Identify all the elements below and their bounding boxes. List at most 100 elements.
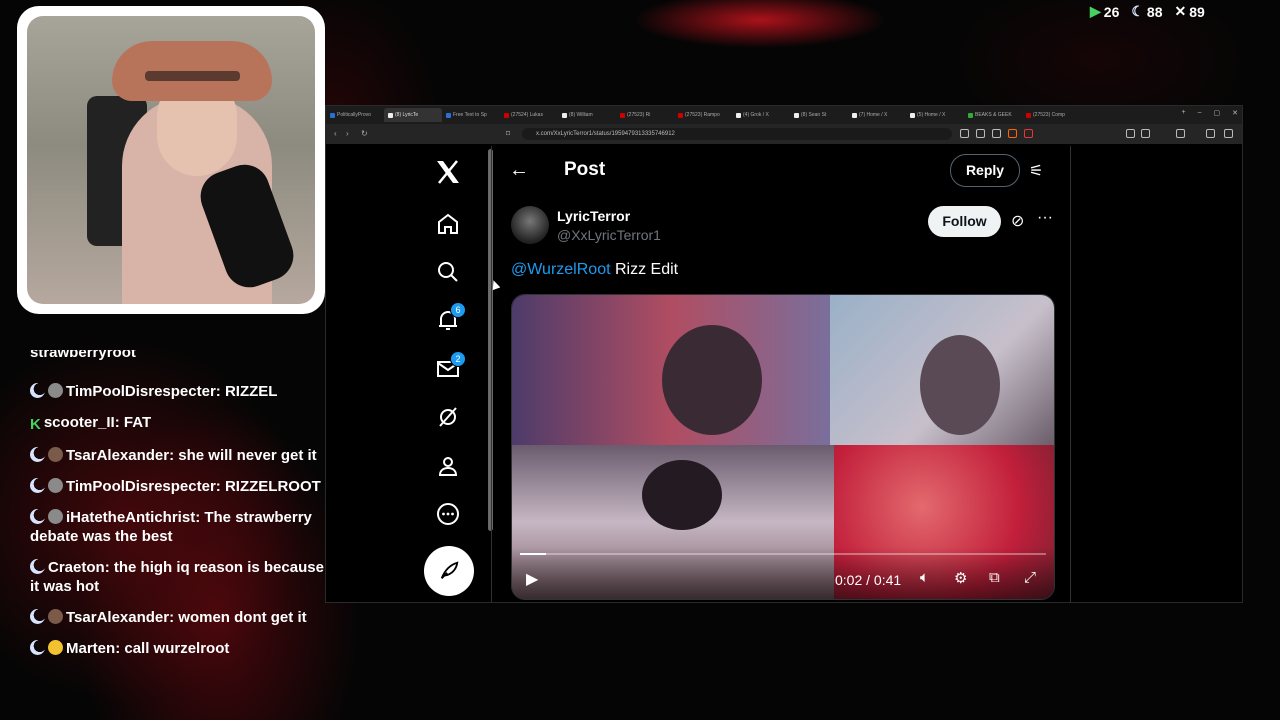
- stat-value: 26: [1103, 3, 1120, 20]
- chat-username[interactable]: TsarAlexander: [66, 609, 169, 626]
- minimize-icon[interactable]: –: [1198, 109, 1202, 117]
- video-settings-icon[interactable]: ⚙: [954, 569, 967, 587]
- new-tab-button[interactable]: +: [1182, 109, 1186, 117]
- grok-icon[interactable]: [432, 401, 464, 433]
- maximize-icon[interactable]: ▢: [1214, 109, 1221, 117]
- sliders-icon[interactable]: ⚟: [1029, 161, 1043, 181]
- chat-text: RIZZEL: [224, 383, 278, 400]
- url-field[interactable]: x.com/XxLyricTerror1/status/195947931333…: [522, 128, 952, 140]
- tab-label: (27523) Rampo: [685, 112, 720, 118]
- chat-text: women dont get it: [178, 609, 307, 626]
- moon-badge-icon: [30, 383, 45, 398]
- chat-text: RIZZELROOT: [224, 478, 321, 495]
- x-icon: ✕: [1174, 3, 1187, 19]
- browser-tab[interactable]: (5) Home / X: [906, 108, 964, 122]
- forward-nav-icon[interactable]: ›: [346, 129, 349, 138]
- tab-bar: PoliticallyProvo (8) LyricTe Free Text to …: [326, 106, 1242, 124]
- browser-tab[interactable]: (27524) Lukas: [500, 108, 558, 122]
- extensions-icon[interactable]: [1126, 129, 1135, 138]
- brave-shield-icon[interactable]: [1008, 129, 1017, 138]
- play-icon: ▶: [1090, 3, 1101, 19]
- hat-band: [145, 71, 240, 81]
- reload-icon[interactable]: ↻: [361, 129, 368, 138]
- chat-username[interactable]: Craeton: [48, 559, 105, 576]
- fullscreen-icon[interactable]: ⤢: [1024, 569, 1036, 586]
- pip-icon[interactable]: ⧉: [989, 569, 1000, 586]
- grok-explain-icon[interactable]: ⊘: [1011, 211, 1024, 231]
- chat-separator: :: [114, 414, 124, 431]
- more-icon[interactable]: ···: [1037, 209, 1053, 227]
- chat-username[interactable]: TimPoolDisrespecter: [66, 383, 216, 400]
- compose-post-button[interactable]: [424, 546, 474, 596]
- tab-label: (8) Sean St: [801, 112, 827, 118]
- moon-badge-icon: [30, 509, 45, 524]
- chat-message: iHatetheAntichrist: The strawberry debat…: [30, 508, 330, 546]
- play-icon[interactable]: ▶: [526, 569, 538, 589]
- zoom-icon[interactable]: [976, 129, 985, 138]
- messages-icon[interactable]: 2: [432, 351, 466, 385]
- browser-tab[interactable]: Free Text to Sp: [442, 108, 500, 122]
- wallet-icon[interactable]: [1176, 129, 1185, 138]
- globe-badge-icon: [48, 509, 63, 524]
- chat-username[interactable]: iHatetheAntichrist: [66, 509, 195, 526]
- browser-tab[interactable]: (27523) Ri: [616, 108, 674, 122]
- favicon-icon: [562, 112, 567, 118]
- bookmark-icon[interactable]: ⌑: [506, 129, 510, 138]
- screen-icon[interactable]: [960, 129, 969, 138]
- browser-tab[interactable]: PoliticallyProvo: [326, 108, 384, 122]
- vpn-icon[interactable]: [1206, 129, 1215, 138]
- share-icon[interactable]: [992, 129, 1001, 138]
- chat-separator: :: [169, 609, 179, 626]
- webcam-frame: [17, 6, 325, 314]
- chat-text: call wurzelroot: [124, 640, 230, 657]
- sidebar-icon[interactable]: [1141, 129, 1150, 138]
- display-name[interactable]: LyricTerror: [557, 208, 630, 224]
- back-arrow-icon[interactable]: ←: [509, 159, 529, 182]
- chat-username[interactable]: Marten: [66, 640, 115, 657]
- search-icon[interactable]: [432, 256, 464, 288]
- video-progress-bar[interactable]: [520, 553, 1046, 555]
- chat-separator: :: [104, 559, 114, 576]
- stat-play: ▶ 26: [1090, 3, 1119, 20]
- close-window-icon[interactable]: ✕: [1232, 109, 1238, 117]
- stat-moon: ☾ 88: [1131, 3, 1162, 20]
- back-nav-icon[interactable]: ‹: [334, 129, 337, 138]
- browser-tab[interactable]: (7) Home / X: [848, 108, 906, 122]
- favicon-icon: [968, 112, 973, 118]
- browser-tab[interactable]: BEAKS & GEEK: [964, 108, 1022, 122]
- reply-button[interactable]: Reply: [950, 154, 1020, 187]
- post-body: Rizz Edit: [610, 261, 679, 278]
- tab-label: (27524) Lukas: [511, 112, 543, 118]
- moon-badge-icon: [30, 609, 45, 624]
- chat-text: FAT: [123, 414, 152, 431]
- browser-tab[interactable]: (8) Sean St: [790, 108, 848, 122]
- follow-button[interactable]: Follow: [928, 206, 1001, 237]
- more-options-icon[interactable]: [432, 498, 464, 530]
- chat-message: Craeton: the high iq reason is because i…: [30, 558, 330, 596]
- profile-icon[interactable]: [432, 450, 464, 482]
- browser-tab[interactable]: (27523) Comp: [1022, 108, 1080, 122]
- menu-icon[interactable]: [1224, 129, 1233, 138]
- chat-message: Kscooter_II: FAT: [30, 413, 330, 434]
- moon-icon: ☾: [1131, 3, 1144, 19]
- chat-username[interactable]: TsarAlexander: [66, 447, 169, 464]
- browser-tab[interactable]: (8) William: [558, 108, 616, 122]
- browser-tab[interactable]: (4) Grok / X: [732, 108, 790, 122]
- chat-username[interactable]: scooter_II: [44, 414, 115, 431]
- x-logo-icon[interactable]: [432, 156, 464, 188]
- chat-username[interactable]: TimPoolDisrespecter: [66, 478, 216, 495]
- user-handle[interactable]: @XxLyricTerror1: [557, 227, 661, 243]
- notifications-icon[interactable]: 6: [432, 302, 466, 336]
- tab-label: (5) Home / X: [917, 112, 946, 118]
- avatar[interactable]: [511, 206, 549, 244]
- video-player[interactable]: ▶ 0:02 / 0:41 🔈︎ ⚙ ⧉ ⤢: [511, 294, 1055, 600]
- chat-message: TsarAlexander: she will never get it: [30, 446, 330, 465]
- home-icon[interactable]: [432, 208, 464, 240]
- favicon-icon: [910, 112, 915, 118]
- browser-tab[interactable]: (27523) Rampo: [674, 108, 732, 122]
- browser-tab[interactable]: (8) LyricTe: [384, 108, 442, 122]
- volume-icon[interactable]: 🔈︎: [920, 569, 929, 586]
- mention-link[interactable]: @WurzelRoot: [511, 261, 611, 278]
- moon-badge-icon: [30, 640, 45, 655]
- rewards-icon[interactable]: [1024, 129, 1033, 138]
